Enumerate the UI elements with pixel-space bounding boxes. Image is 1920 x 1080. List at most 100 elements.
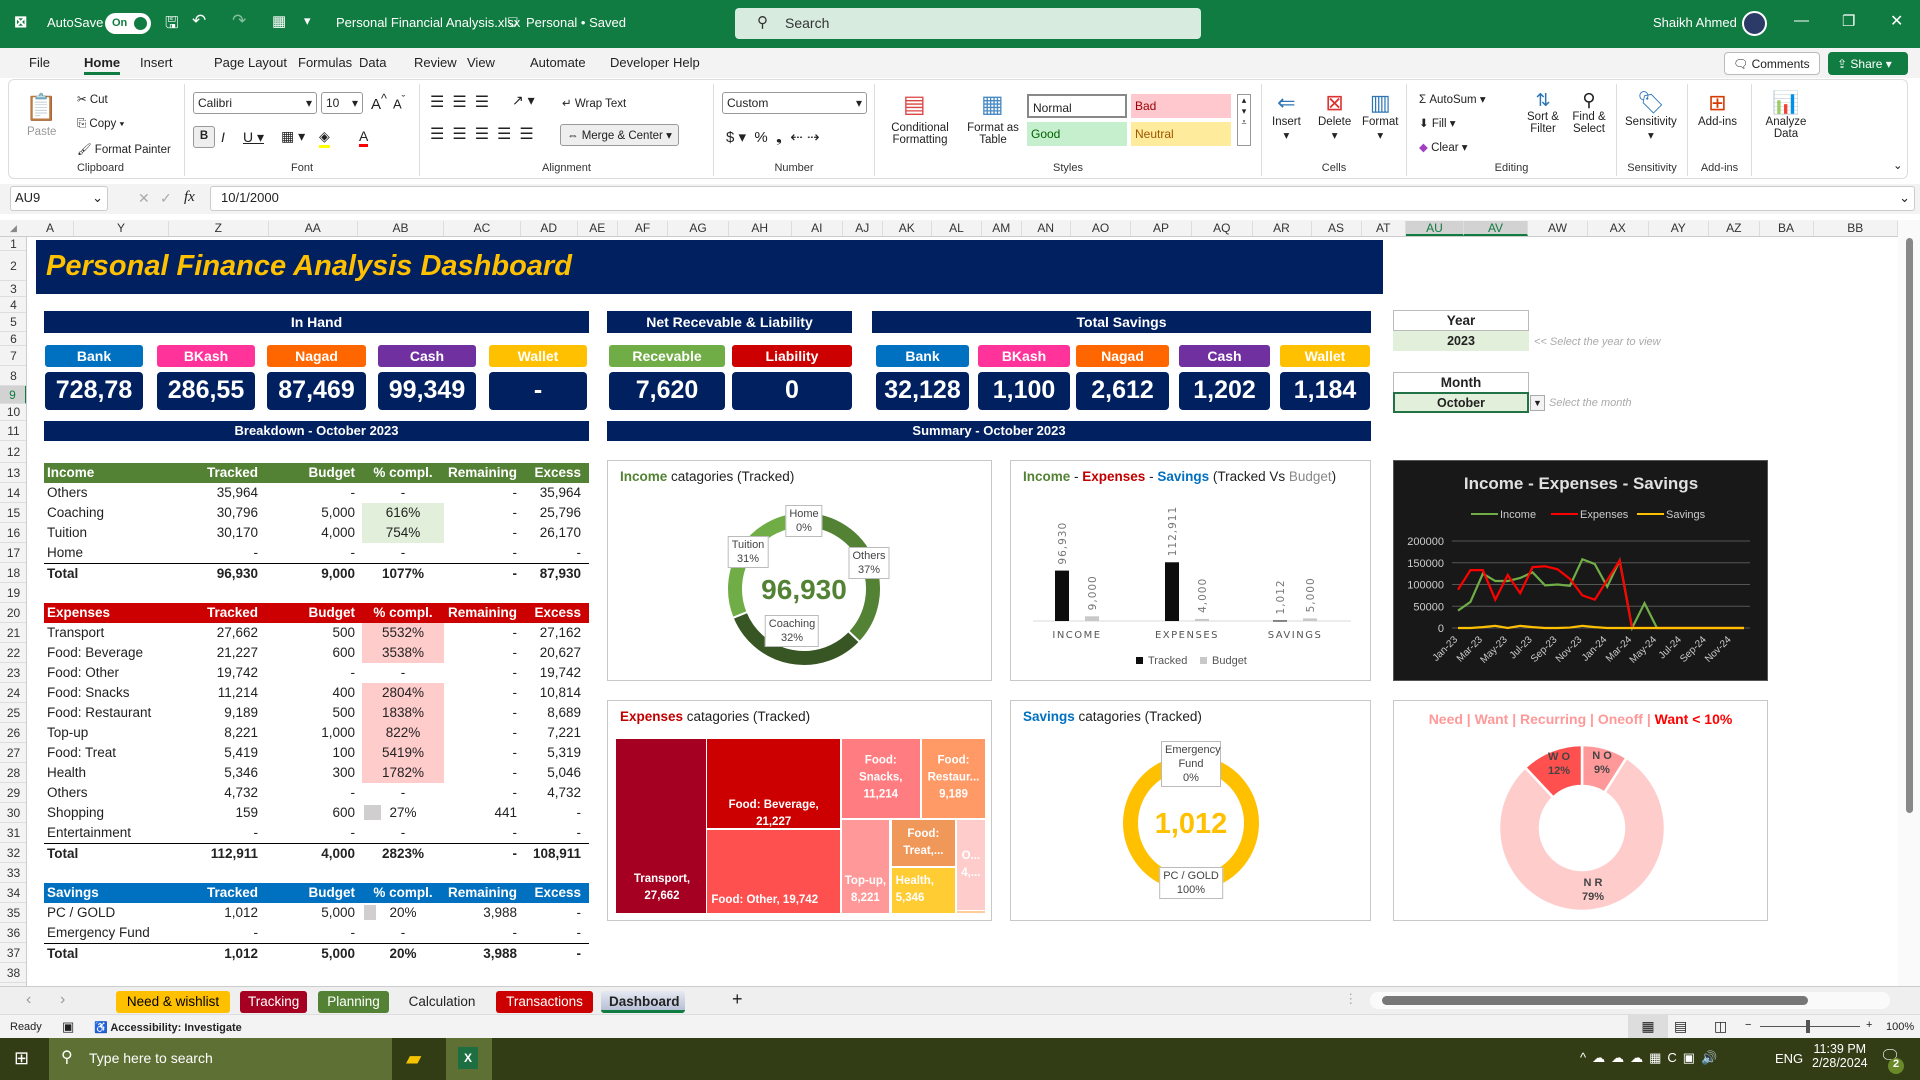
menu-tab-view[interactable]: View (467, 55, 495, 70)
row-header[interactable]: 7 (0, 346, 26, 366)
row-header[interactable]: 4 (0, 297, 26, 313)
row-header[interactable]: 15 (0, 503, 26, 523)
column-header[interactable]: AK (883, 221, 932, 236)
column-header[interactable]: AX (1588, 221, 1649, 236)
row-header[interactable]: 36 (0, 923, 26, 943)
savings-categories-chart[interactable]: Savings catagories (Tracked) 1,012 Emergen… (1010, 700, 1371, 921)
zoom-level[interactable]: 100% (1886, 1021, 1914, 1033)
fill-color-icon[interactable]: ◈ (319, 128, 330, 148)
row-header[interactable]: 16 (0, 523, 26, 543)
column-header[interactable]: AT (1362, 221, 1406, 236)
menu-tab-home[interactable]: Home (84, 55, 121, 75)
row-header[interactable]: 26 (0, 723, 26, 743)
orientation-icon[interactable]: ↗ ▾ (512, 92, 535, 109)
row-header[interactable]: 30 (0, 803, 26, 823)
normal-view-icon[interactable]: ▦ (1628, 1015, 1668, 1038)
formula-input[interactable]: 10/1/2000 ⌄ (210, 186, 1915, 211)
undo-icon[interactable]: ↶ (192, 11, 206, 31)
column-header[interactable]: BB (1814, 221, 1898, 236)
minimize-icon[interactable]: — (1794, 12, 1809, 29)
month-dropdown-icon[interactable]: ▼ (1530, 395, 1545, 411)
excel-taskbar-button[interactable]: X (446, 1038, 492, 1080)
accessibility-status[interactable]: ♿ Accessibility: Investigate (94, 1021, 242, 1034)
column-header[interactable]: AC (444, 221, 521, 236)
row-header[interactable]: 11 (0, 421, 26, 441)
save-status[interactable]: Personal • Saved (526, 15, 626, 30)
column-header[interactable]: AF (618, 221, 668, 236)
taskbar-search[interactable]: ⚲ Type here to search (49, 1038, 392, 1080)
next-sheet-icon[interactable]: › (60, 991, 65, 1009)
column-header[interactable]: AU (1406, 221, 1464, 236)
menu-tab-file[interactable]: File (29, 55, 50, 70)
zoom-in-icon[interactable]: + (1866, 1019, 1872, 1031)
page-layout-view-icon[interactable]: ▤ (1674, 1018, 1687, 1035)
row-header[interactable]: 14 (0, 483, 26, 503)
analyze-data-button[interactable]: 📊 Analyze Data (1762, 90, 1810, 140)
insert-button[interactable]: ⇐ Insert ▾ (1272, 90, 1301, 142)
split-handle[interactable]: ⋮ (1344, 991, 1358, 1007)
column-header[interactable]: AP (1131, 221, 1192, 236)
enter-icon[interactable]: ✓ (160, 190, 172, 207)
customize-toolbar-icon[interactable]: ▾ (304, 13, 311, 29)
row-header[interactable]: 20 (0, 603, 26, 623)
format-as-table-icon[interactable]: ▦ (981, 90, 1004, 119)
clear-button[interactable]: ◆ Clear ▾ (1419, 140, 1468, 154)
style-neutral[interactable]: Neutral (1131, 122, 1231, 146)
row-header[interactable]: 18 (0, 563, 26, 583)
column-header[interactable]: AN (1022, 221, 1071, 236)
autosave-toggle[interactable]: On (105, 13, 151, 34)
decrease-font-icon[interactable]: Aˇ (393, 94, 405, 111)
delete-button[interactable]: ⊠ Delete ▾ (1318, 90, 1351, 142)
close-icon[interactable]: ✕ (1890, 11, 1903, 31)
row-header[interactable]: 19 (0, 583, 26, 603)
comments-button[interactable]: 🗨 Comments (1724, 52, 1820, 75)
menu-tab-review[interactable]: Review (414, 55, 457, 70)
column-header[interactable]: AE (578, 221, 618, 236)
fill-button[interactable]: ⬇ Fill ▾ (1419, 116, 1456, 130)
cut-button[interactable]: ✂ Cut (77, 92, 108, 106)
number-format-select[interactable]: Custom ▾ (722, 92, 867, 114)
row-header[interactable]: 13 (0, 463, 26, 483)
row-header[interactable]: 38 (0, 963, 26, 983)
conditional-formatting-icon[interactable]: ▤ (903, 90, 926, 119)
restore-icon[interactable]: ❐ (1842, 12, 1855, 30)
format-button[interactable]: ▥ Format ▾ (1362, 90, 1398, 142)
month-select[interactable]: October (1393, 392, 1529, 413)
paste-icon[interactable]: 📋 (25, 92, 57, 123)
row-header[interactable]: 22 (0, 643, 26, 663)
row-header[interactable]: 9 (0, 386, 26, 404)
font-name-select[interactable]: Calibri ▾ (193, 92, 317, 114)
autosum-button[interactable]: Σ AutoSum ▾ (1419, 92, 1486, 106)
style-good[interactable]: Good (1027, 122, 1127, 146)
macro-record-icon[interactable]: ▣ (62, 1019, 74, 1035)
row-header[interactable]: 24 (0, 683, 26, 703)
windows-start-icon[interactable]: ⊞ (14, 1048, 29, 1069)
column-header[interactable]: BA (1760, 221, 1814, 236)
vertical-align-icons[interactable]: ☰☰☰ (430, 92, 497, 112)
income-expenses-savings-bar-chart[interactable]: Income - Expenses - Savings (Tracked Vs … (1010, 460, 1371, 681)
column-header[interactable]: AZ (1709, 221, 1760, 236)
row-header[interactable]: 8 (0, 366, 26, 386)
sheet-tab-planning[interactable]: Planning (318, 991, 389, 1013)
addins-button[interactable]: ⊞ Add-ins (1698, 90, 1737, 128)
collapse-ribbon-icon[interactable]: ⌄ (1893, 158, 1903, 172)
column-header[interactable]: AJ (843, 221, 883, 236)
sheet-tab-calculation[interactable]: Calculation (399, 991, 485, 1013)
column-header[interactable]: AH (729, 221, 792, 236)
share-button[interactable]: ⇪ Share ▾ (1828, 52, 1908, 75)
row-header[interactable]: 32 (0, 843, 26, 863)
income-categories-chart[interactable]: Income catagories (Tracked) 96,930 Home 0% T… (607, 460, 992, 681)
select-all-corner[interactable]: ◢ (10, 223, 17, 234)
column-header[interactable]: AY (1649, 221, 1709, 236)
horizontal-scrollbar[interactable] (1370, 992, 1890, 1009)
wrap-text-button[interactable]: ↵ Wrap Text (562, 96, 626, 110)
row-header[interactable]: 12 (0, 441, 26, 463)
menu-tab-page-layout[interactable]: Page Layout (214, 55, 287, 70)
merge-center-button[interactable]: ⇔ Merge & Center ▾ (560, 124, 679, 146)
row-header[interactable]: 25 (0, 703, 26, 723)
search-box[interactable]: ⚲ Search (735, 8, 1201, 39)
paste-button[interactable]: Paste (27, 126, 56, 138)
row-header[interactable]: 3 (0, 281, 26, 297)
format-painter-button[interactable]: 🖌 Format Painter (77, 142, 171, 156)
row-header[interactable]: 37 (0, 943, 26, 963)
